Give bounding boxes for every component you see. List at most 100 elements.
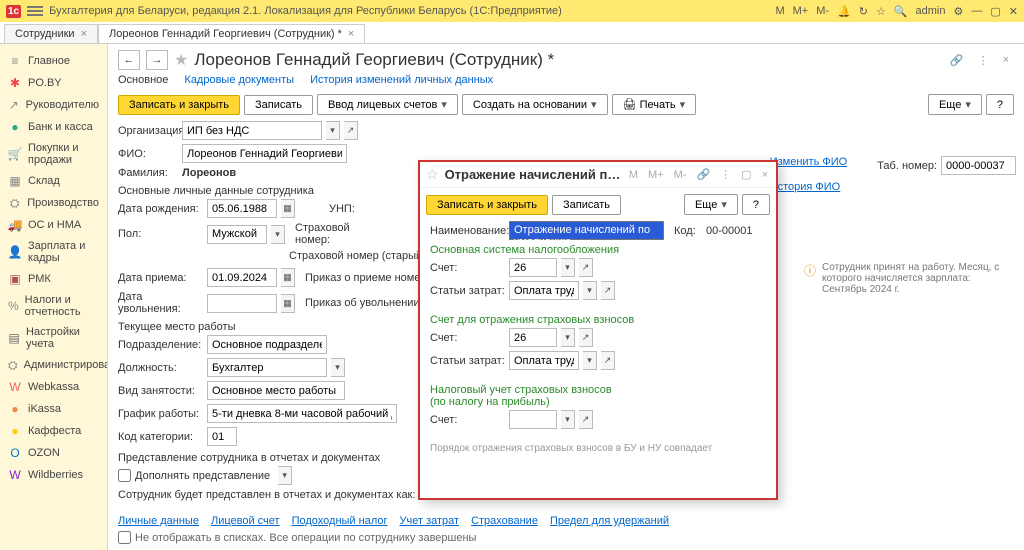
maximize-icon[interactable]: ▢ <box>739 168 753 181</box>
calc-mminus[interactable]: M- <box>672 169 689 181</box>
dropdown-icon[interactable]: ▾ <box>583 351 597 370</box>
dropdown-icon[interactable]: ▾ <box>271 225 285 244</box>
bell-icon[interactable]: 🔔 <box>837 5 851 18</box>
nav-fwd-button[interactable]: → <box>146 50 168 70</box>
hire-date-input[interactable] <box>207 268 277 287</box>
sidebar-item-0[interactable]: ≡Главное <box>0 50 107 72</box>
sidebar-item-17[interactable]: WWildberries <box>0 464 107 486</box>
calc-m[interactable]: M <box>775 5 784 17</box>
acct2-input[interactable] <box>509 328 557 347</box>
subtab-main[interactable]: Основное <box>118 74 168 86</box>
close-icon[interactable]: × <box>348 28 354 40</box>
close-icon[interactable]: ✕ <box>1009 5 1018 18</box>
dropdown-icon[interactable]: ▾ <box>583 281 597 300</box>
link-insurance[interactable]: Страхование <box>471 515 538 527</box>
calendar-icon[interactable]: ▦ <box>281 268 295 287</box>
sidebar-item-10[interactable]: %Налоги и отчетность <box>0 290 107 322</box>
close-icon[interactable]: × <box>998 51 1014 70</box>
open-icon[interactable]: ↗ <box>579 328 593 347</box>
history-icon[interactable]: ↻ <box>859 5 868 18</box>
modal-more-button[interactable]: Еще▾ <box>684 194 738 215</box>
schedule-input[interactable] <box>207 404 397 423</box>
sidebar-item-12[interactable]: ⛭Администрирование <box>0 354 107 376</box>
acct1-input[interactable] <box>509 258 557 277</box>
user-label[interactable]: admin <box>916 5 946 17</box>
link-icon[interactable]: 🔗 <box>945 51 969 70</box>
sidebar-item-2[interactable]: ↗Руководителю <box>0 94 107 116</box>
link-costs[interactable]: Учет затрат <box>400 515 460 527</box>
sidebar-item-13[interactable]: WWebkassa <box>0 376 107 398</box>
tab-employees[interactable]: Сотрудники × <box>4 24 98 43</box>
help-button[interactable]: ? <box>986 94 1014 115</box>
sidebar-item-14[interactable]: ●iKassa <box>0 398 107 420</box>
create-based-button[interactable]: Создать на основании▾ <box>462 94 608 115</box>
open-icon[interactable]: ↗ <box>344 121 358 140</box>
extend-repr-checkbox[interactable] <box>118 469 131 482</box>
menu-icon[interactable] <box>27 6 43 16</box>
hide-in-lists-checkbox[interactable] <box>118 531 131 544</box>
acct3-input[interactable] <box>509 410 557 429</box>
sidebar-item-11[interactable]: ▤Настройки учета <box>0 322 107 354</box>
favorite-icon[interactable]: ★ <box>174 50 188 70</box>
dropdown-icon[interactable]: ▾ <box>326 121 340 140</box>
link-limit[interactable]: Предел для удержаний <box>550 515 669 527</box>
cost1-input[interactable] <box>509 281 579 300</box>
change-fio-link[interactable]: Изменить ФИО <box>770 156 848 173</box>
employment-type-input[interactable] <box>207 381 345 400</box>
minimize-icon[interactable]: — <box>971 5 982 17</box>
link-account[interactable]: Лицевой счет <box>211 515 280 527</box>
maximize-icon[interactable]: ▢ <box>990 5 1000 18</box>
calendar-icon[interactable]: ▦ <box>281 294 295 313</box>
tab-employee-card[interactable]: Лореонов Геннадий Георгиевич (Сотрудник)… <box>98 24 365 43</box>
tabno-input[interactable] <box>941 156 1016 175</box>
print-button[interactable]: 🖨 Печать▾ <box>612 94 697 115</box>
calc-mplus[interactable]: M+ <box>646 169 666 181</box>
position-input[interactable] <box>207 358 327 377</box>
calc-mplus[interactable]: M+ <box>793 5 809 17</box>
category-input[interactable] <box>207 427 237 446</box>
modal-save-close-button[interactable]: Записать и закрыть <box>426 195 548 215</box>
open-icon[interactable]: ↗ <box>601 351 615 370</box>
subtab-history[interactable]: История изменений личных данных <box>310 74 493 86</box>
calc-mminus[interactable]: M- <box>816 5 829 17</box>
org-input[interactable] <box>182 121 322 140</box>
sidebar-item-1[interactable]: ✱PO.BY <box>0 72 107 94</box>
dropdown-icon[interactable]: ▾ <box>561 328 575 347</box>
dropdown-icon[interactable]: ▾ <box>561 258 575 277</box>
fio-input[interactable] <box>182 144 347 163</box>
favorite-icon[interactable]: ☆ <box>426 166 439 183</box>
sidebar-item-9[interactable]: ▣РМК <box>0 268 107 290</box>
options-icon[interactable]: ⋮ <box>718 168 733 181</box>
fire-date-input[interactable] <box>207 294 277 313</box>
more-button[interactable]: Еще▾ <box>928 94 982 115</box>
nav-back-button[interactable]: ← <box>118 50 140 70</box>
open-icon[interactable]: ↗ <box>579 258 593 277</box>
link-icon[interactable]: 🔗 <box>694 168 712 181</box>
dob-input[interactable] <box>207 199 277 218</box>
sidebar-item-15[interactable]: ●Каффеста <box>0 420 107 442</box>
history-fio-link[interactable]: История ФИО <box>770 181 1016 193</box>
close-icon[interactable]: × <box>81 28 87 40</box>
sidebar-item-3[interactable]: ●Банк и касса <box>0 116 107 138</box>
star-icon[interactable]: ☆ <box>876 5 886 18</box>
open-icon[interactable]: ↗ <box>579 410 593 429</box>
link-personal[interactable]: Личные данные <box>118 515 199 527</box>
settings-icon[interactable]: ⚙ <box>954 5 964 18</box>
accounts-button[interactable]: Ввод лицевых счетов▾ <box>317 94 458 115</box>
cost2-input[interactable] <box>509 351 579 370</box>
save-close-button[interactable]: Записать и закрыть <box>118 95 240 115</box>
name-input[interactable]: Отражение начислений по умолчанию <box>509 221 664 240</box>
sidebar-item-8[interactable]: 👤Зарплата и кадры <box>0 236 107 268</box>
save-button[interactable]: Записать <box>244 95 313 115</box>
dropdown-icon[interactable]: ▾ <box>561 410 575 429</box>
sidebar-item-5[interactable]: ▦Склад <box>0 170 107 192</box>
modal-save-button[interactable]: Записать <box>552 195 621 215</box>
sidebar-item-6[interactable]: ⛭Производство <box>0 192 107 214</box>
dept-input[interactable] <box>207 335 327 354</box>
link-tax[interactable]: Подоходный налог <box>292 515 388 527</box>
close-icon[interactable]: × <box>760 169 770 181</box>
options-icon[interactable]: ⋮ <box>973 51 994 70</box>
sex-input[interactable] <box>207 225 267 244</box>
calendar-icon[interactable]: ▦ <box>281 199 295 218</box>
dropdown-icon[interactable]: ▾ <box>278 466 292 485</box>
